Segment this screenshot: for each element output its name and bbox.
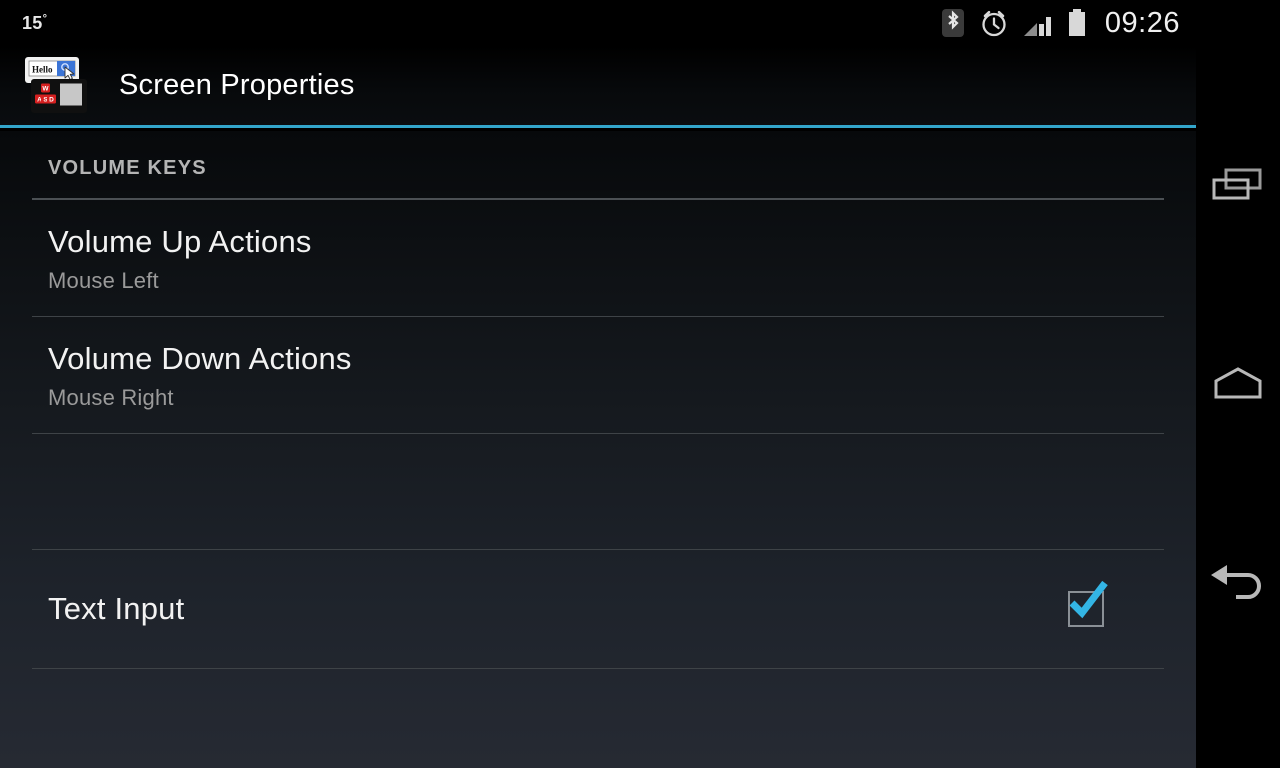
preference-title: Volume Down Actions: [48, 341, 352, 376]
system-navigation-bar: [1196, 0, 1280, 768]
bluetooth-icon: [941, 9, 964, 37]
battery-icon: [1068, 9, 1085, 36]
checkmark-icon: [1069, 580, 1108, 619]
android-screen: 15° 09:26 Hello W A S D Screen Propertie…: [0, 0, 1280, 768]
temperature-indicator: 15°: [22, 13, 47, 34]
back-arrow-icon: [1211, 565, 1261, 599]
status-bar: 15° 09:26: [0, 0, 1196, 46]
preferences-list: VOLUME KEYS Volume Up Actions Mouse Left…: [0, 131, 1196, 768]
divider: [32, 668, 1164, 669]
alarm-clock-icon: [982, 10, 1006, 37]
degree-symbol: °: [42, 12, 48, 25]
svg-text:Hello: Hello: [32, 64, 53, 74]
status-bar-clock: 09:26: [1104, 6, 1180, 39]
preference-title: Volume Up Actions: [48, 224, 312, 259]
page-title: Screen Properties: [119, 69, 355, 101]
preference-text-input[interactable]: Text Input: [0, 550, 1196, 668]
back-button[interactable]: [1196, 538, 1280, 622]
svg-text:W: W: [42, 85, 49, 92]
status-icons: 09:26: [941, 7, 1196, 40]
svg-text:D: D: [49, 96, 54, 103]
home-icon: [1214, 367, 1262, 399]
text-input-checkbox[interactable]: [1068, 580, 1108, 627]
recent-apps-button[interactable]: [1196, 146, 1280, 230]
preference-volume-down-actions[interactable]: Volume Down Actions Mouse Right: [0, 317, 1196, 433]
signal-bars-icon: [1023, 17, 1051, 36]
home-button[interactable]: [1196, 342, 1280, 426]
preference-summary: Mouse Right: [48, 385, 174, 410]
preference-volume-up-actions[interactable]: Volume Up Actions Mouse Left: [0, 200, 1196, 316]
screen-properties-app-icon[interactable]: Hello W A S D: [21, 55, 93, 117]
recent-apps-icon: [1212, 168, 1262, 200]
section-header-volume-keys: VOLUME KEYS: [48, 157, 207, 179]
preference-summary: Mouse Left: [48, 268, 159, 293]
action-bar: Hello W A S D Screen Properties: [0, 46, 1196, 128]
preference-title: Text Input: [48, 591, 185, 626]
temperature-value: 15: [22, 12, 43, 33]
